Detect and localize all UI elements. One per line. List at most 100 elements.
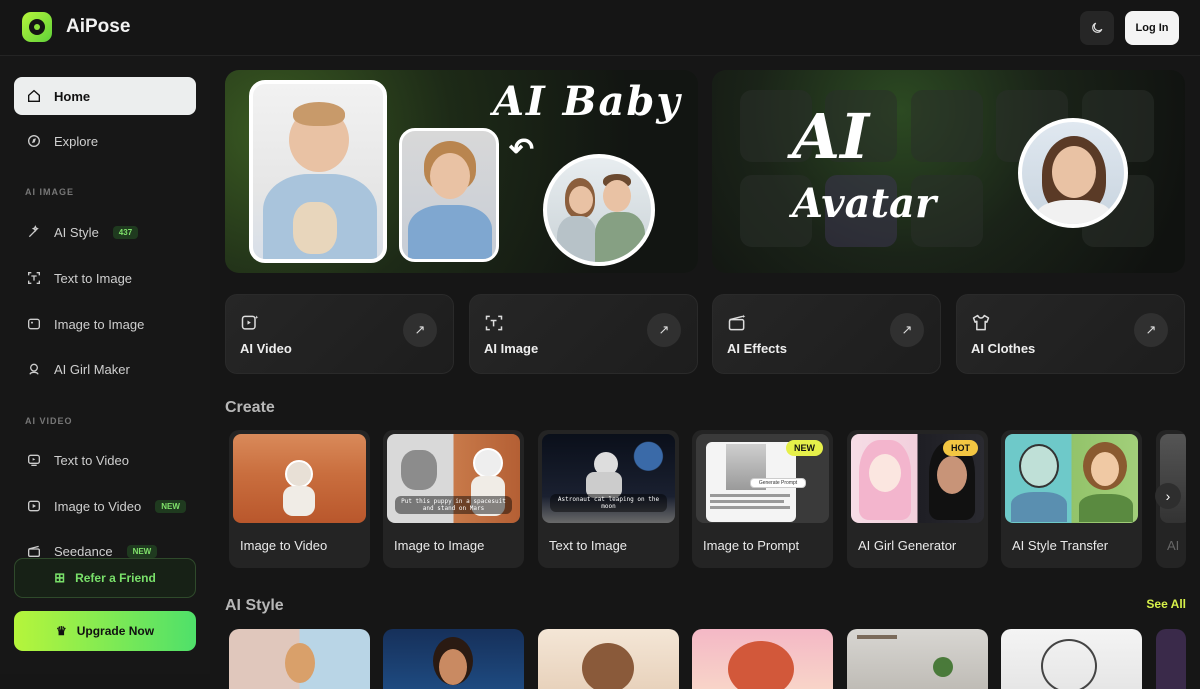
card-thumbnail [233, 434, 366, 523]
clapper-icon [728, 314, 746, 331]
video-sparkle-icon [241, 315, 259, 330]
card-label: Image to Image [394, 538, 485, 553]
arrow-up-right-icon: ↗ [403, 313, 437, 347]
arrow-up-right-icon: ↗ [647, 313, 681, 347]
home-icon [26, 88, 42, 104]
sidebar-item-label: Seedance [54, 543, 113, 559]
banner-title: AI [792, 100, 870, 173]
card-label: Image to Prompt [703, 538, 800, 553]
quick-action-label: AI Clothes [971, 341, 1036, 356]
card-label: Text to Image [549, 538, 628, 553]
create-card-image-to-prompt[interactable]: Generate Prompt NEW Image to Prompt [692, 430, 833, 568]
banner-subtitle: Avatar [792, 180, 937, 227]
quick-action-ai-effects[interactable]: AI Effects ↗ [712, 294, 941, 374]
create-card-ai-girl-generator[interactable]: HOT AI Girl Generator [847, 430, 988, 568]
style-card[interactable] [1156, 629, 1186, 689]
quick-action-ai-image[interactable]: AI Image ↗ [469, 294, 698, 374]
sidebar: Home Explore AI IMAGE AI Style 437 Text … [0, 56, 210, 674]
section-label-ai-image: AI IMAGE [25, 187, 75, 197]
text-video-icon [26, 452, 42, 468]
logo-icon[interactable] [22, 12, 52, 42]
gift-icon: ⊞ [54, 570, 66, 585]
sidebar-item-ai-style[interactable]: AI Style 437 [14, 213, 196, 251]
style-card[interactable] [692, 629, 833, 689]
new-tag: NEW [786, 440, 823, 456]
create-card-image-to-video[interactable]: Image to Video [229, 430, 370, 568]
quick-action-label: AI Image [484, 341, 539, 356]
login-button[interactable]: Log In [1125, 11, 1179, 45]
crown-icon: ♛ [55, 624, 67, 638]
image-icon [26, 316, 42, 332]
sidebar-item-label: Text to Image [54, 270, 133, 286]
card-thumbnail: Astronaut cat leaping on the moon [542, 434, 675, 523]
style-card[interactable] [383, 629, 524, 689]
image-scan-icon [485, 315, 503, 331]
prompt-caption: Astronaut cat leaping on the moon [550, 494, 667, 512]
upgrade-label: Upgrade Now [76, 624, 155, 638]
card-label: AI Style Transfer [1012, 538, 1109, 553]
sidebar-item-home[interactable]: Home [14, 77, 196, 115]
section-label-ai-video: AI VIDEO [25, 416, 73, 426]
card-label: Image to Video [240, 538, 328, 553]
create-card-image-to-image[interactable]: Put this puppy in a spacesuit and stand … [383, 430, 524, 568]
sidebar-item-image-to-video[interactable]: Image to Video NEW [14, 487, 196, 525]
chevron-right-icon: › [1165, 488, 1171, 504]
quick-action-ai-clothes[interactable]: AI Clothes ↗ [956, 294, 1185, 374]
style-card[interactable] [538, 629, 679, 689]
new-badge: NEW [155, 499, 186, 513]
top-header: AiPose Log In [0, 0, 1200, 56]
create-section-title: Create [225, 399, 275, 416]
carousel-next-button[interactable]: › [1155, 483, 1181, 509]
new-badge: NEW [126, 544, 158, 558]
baby-photo [249, 80, 387, 263]
moon-icon [1092, 22, 1103, 33]
create-card-text-to-image[interactable]: Astronaut cat leaping on the moon Text t… [538, 430, 679, 568]
card-thumbnail: HOT [851, 434, 984, 523]
banner-title: AI Baby [493, 78, 682, 125]
sidebar-item-label: AI Girl Maker [54, 361, 130, 377]
card-thumbnail: Put this puppy in a spacesuit and stand … [387, 434, 520, 523]
text-image-icon [26, 270, 42, 286]
hot-tag: HOT [943, 440, 978, 456]
refer-friend-button[interactable]: ⊞ Refer a Friend [14, 558, 196, 598]
count-badge: 437 [112, 225, 139, 239]
see-all-link[interactable]: See All [1146, 597, 1186, 611]
refer-label: Refer a Friend [75, 571, 156, 585]
parents-photo [543, 154, 655, 266]
card-thumbnail [1160, 434, 1186, 523]
card-thumbnail [1005, 434, 1138, 523]
card-label: AI [1167, 538, 1180, 553]
sidebar-item-text-to-video[interactable]: Text to Video [14, 441, 196, 479]
arrow-up-right-icon: ↗ [1134, 313, 1168, 347]
sidebar-item-text-to-image[interactable]: Text to Image [14, 259, 196, 297]
ai-baby-banner[interactable]: AI Baby ↶ [225, 70, 698, 273]
sidebar-item-label: Image to Video [54, 498, 142, 514]
theme-toggle-button[interactable] [1080, 11, 1114, 45]
ai-style-section-title: AI Style [225, 597, 284, 614]
arrow-up-right-icon: ↗ [890, 313, 924, 347]
quick-action-ai-video[interactable]: AI Video ↗ [225, 294, 454, 374]
quick-action-label: AI Effects [727, 341, 787, 356]
explore-icon [26, 133, 42, 149]
avatar-photo [1018, 118, 1128, 228]
brand-name[interactable]: AiPose [66, 16, 130, 38]
toddler-photo [399, 128, 499, 262]
style-card[interactable] [1001, 629, 1142, 689]
sidebar-item-label: Explore [54, 133, 99, 149]
ai-avatar-banner[interactable]: AI Avatar [712, 70, 1185, 273]
sidebar-item-ai-girl-maker[interactable]: AI Girl Maker [14, 350, 196, 388]
prompt-caption: Put this puppy in a spacesuit and stand … [395, 496, 512, 514]
card-thumbnail: Generate Prompt NEW [696, 434, 829, 523]
sidebar-item-image-to-image[interactable]: Image to Image [14, 305, 196, 343]
upgrade-button[interactable]: ♛ Upgrade Now [14, 611, 196, 651]
create-card-ai-style-transfer[interactable]: AI Style Transfer [1001, 430, 1142, 568]
image-video-icon [26, 498, 42, 514]
sidebar-item-explore[interactable]: Explore [14, 122, 196, 160]
style-card[interactable] [847, 629, 988, 689]
sidebar-item-label: Home [54, 88, 91, 104]
generate-prompt-chip: Generate Prompt [750, 478, 806, 488]
shirt-icon [972, 314, 990, 331]
clapper-icon [26, 543, 42, 559]
wand-icon [26, 224, 42, 240]
style-card[interactable] [229, 629, 370, 689]
